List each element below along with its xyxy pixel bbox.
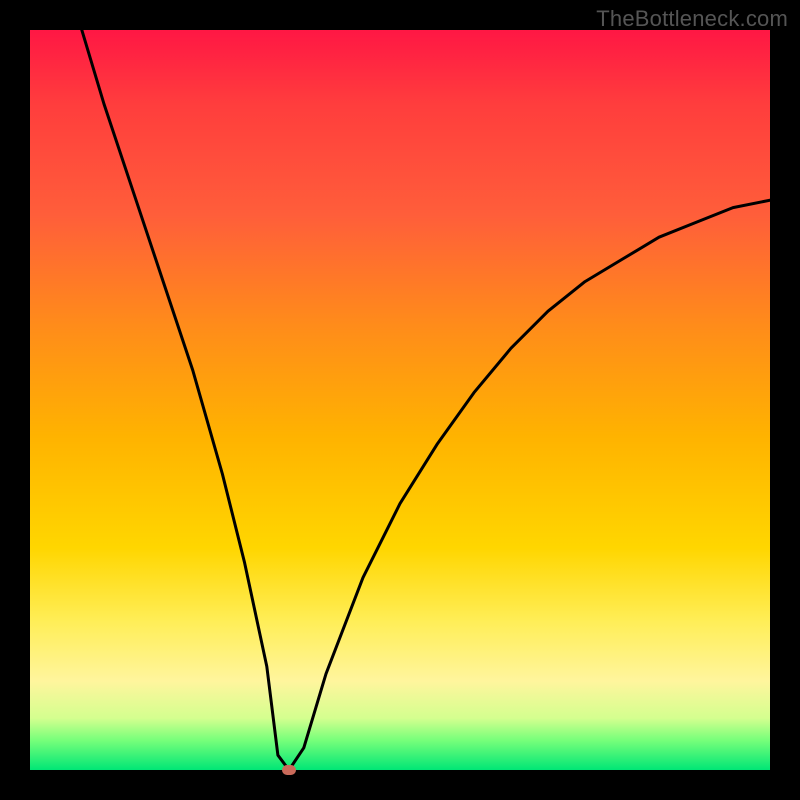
watermark-text: TheBottleneck.com — [596, 6, 788, 32]
plot-area — [30, 30, 770, 770]
optimal-point-marker — [282, 765, 296, 775]
curve-svg — [30, 30, 770, 770]
bottleneck-curve — [82, 30, 770, 770]
chart-frame: TheBottleneck.com — [0, 0, 800, 800]
